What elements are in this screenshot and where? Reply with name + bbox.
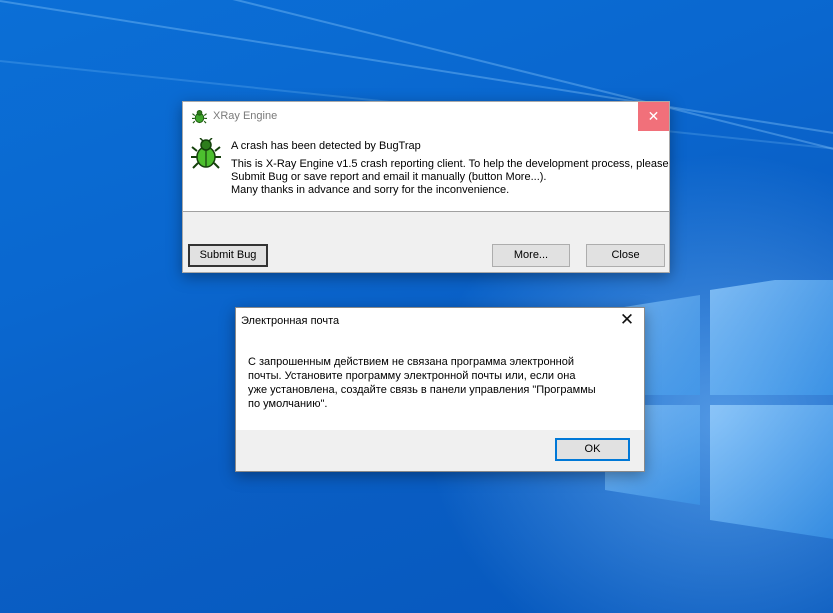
close-dialog-button[interactable]: Close — [586, 244, 665, 267]
close-button[interactable]: ✕ — [616, 310, 638, 332]
window-title: XRay Engine — [213, 110, 278, 122]
message-line: по умолчанию". — [248, 398, 328, 410]
title-bar[interactable]: XRay Engine ✕ — [183, 102, 669, 131]
message-line: Many thanks in advance and sorry for the… — [231, 184, 510, 196]
close-icon: ✕ — [647, 108, 660, 124]
bug-icon — [192, 109, 207, 124]
window-title: Электронная почта — [241, 315, 340, 327]
error-message: С запрошенным действием не связана прогр… — [248, 355, 638, 411]
crash-message: This is X-Ray Engine v1.5 crash reportin… — [231, 158, 669, 197]
crash-headline: A crash has been detected by BugTrap — [231, 140, 421, 152]
message-line: С запрошенным действием не связана прогр… — [248, 356, 575, 368]
bugtrap-dialog: XRay Engine ✕ A crash has been detected … — [182, 101, 670, 273]
submit-bug-button[interactable]: Submit Bug — [188, 244, 268, 267]
message-line: почты. Установите программу электронной … — [248, 370, 576, 382]
ok-button[interactable]: OK — [555, 438, 630, 461]
message-line: Submit Bug or save report and email it m… — [231, 171, 547, 183]
bug-icon — [191, 138, 221, 169]
button-bar: OK — [236, 430, 644, 471]
close-button[interactable]: ✕ — [638, 102, 669, 131]
button-bar: Submit Bug More... Close — [183, 212, 669, 272]
mail-error-dialog: Электронная почта ✕ С запрошенным действ… — [235, 307, 645, 472]
more-button[interactable]: More... — [492, 244, 570, 267]
message-line: уже установлена, создайте связь в панели… — [248, 384, 596, 396]
message-line: This is X-Ray Engine v1.5 crash reportin… — [231, 158, 669, 170]
close-icon: ✕ — [619, 310, 635, 329]
